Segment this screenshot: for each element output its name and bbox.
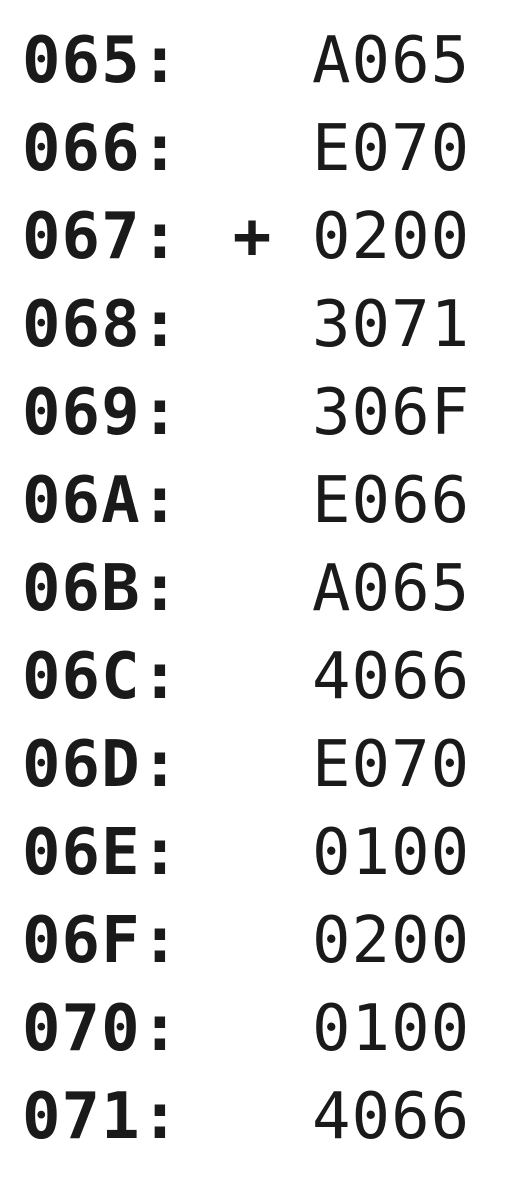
memory-value: 4066 [312, 1080, 471, 1154]
current-line-marker: + [232, 200, 272, 274]
memory-address: 06C: [22, 640, 181, 714]
memory-value: 0100 [312, 816, 471, 890]
memory-row-067[interactable]: 067: + 0200 [0, 193, 518, 281]
memory-row-068[interactable]: 068: 3071 [0, 281, 518, 369]
memory-value: E066 [312, 464, 471, 538]
memory-row-071[interactable]: 071: 4066 [0, 1073, 518, 1161]
memory-row-06d[interactable]: 06D: E070 [0, 721, 518, 809]
memory-row-06f[interactable]: 06F: 0200 [0, 897, 518, 985]
memory-listing: 065: A065 066: E070 067: + 0200 068: 307… [0, 0, 518, 1182]
memory-row-069[interactable]: 069: 306F [0, 369, 518, 457]
memory-row-06e[interactable]: 06E: 0100 [0, 809, 518, 897]
memory-address: 06D: [22, 728, 181, 802]
memory-address: 065: [22, 24, 181, 98]
memory-address: 068: [22, 288, 181, 362]
memory-address: 067: [22, 200, 181, 274]
memory-value: 0200 [312, 904, 471, 978]
memory-address: 071: [22, 1080, 181, 1154]
memory-value: 0200 [312, 200, 471, 274]
memory-row-06a[interactable]: 06A: E066 [0, 457, 518, 545]
memory-row-066[interactable]: 066: E070 [0, 105, 518, 193]
memory-row-06b[interactable]: 06B: A065 [0, 545, 518, 633]
memory-row-065[interactable]: 065: A065 [0, 17, 518, 105]
memory-value: 3071 [312, 288, 471, 362]
memory-row-06c[interactable]: 06C: 4066 [0, 633, 518, 721]
memory-address: 06A: [22, 464, 181, 538]
memory-address: 070: [22, 992, 181, 1066]
memory-value: E070 [312, 728, 471, 802]
memory-value: A065 [312, 552, 471, 626]
memory-value: 0100 [312, 992, 471, 1066]
memory-address: 06E: [22, 816, 181, 890]
memory-value: A065 [312, 24, 471, 98]
memory-address: 069: [22, 376, 181, 450]
memory-value: E070 [312, 112, 471, 186]
memory-address: 066: [22, 112, 181, 186]
memory-value: 4066 [312, 640, 471, 714]
memory-row-070[interactable]: 070: 0100 [0, 985, 518, 1073]
memory-value: 306F [312, 376, 471, 450]
memory-address: 06B: [22, 552, 181, 626]
memory-address: 06F: [22, 904, 181, 978]
